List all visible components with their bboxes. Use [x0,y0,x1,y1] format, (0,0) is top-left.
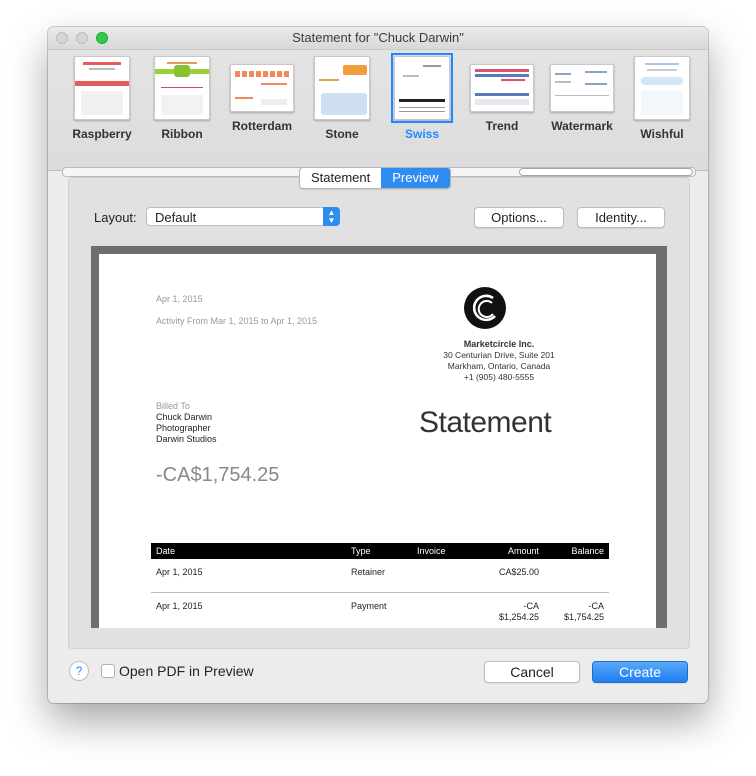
company-logo-icon [464,287,506,329]
template-label: Trend [485,119,519,133]
row-balance-cont: $1,754.25 [563,612,604,622]
row-amount: CA$25.00 [498,567,539,577]
scrollbar-thumb[interactable] [519,168,693,176]
statement-dialog: Statement for "Chuck Darwin" Raspberry R… [48,27,708,703]
template-strip: Raspberry Ribbon Rotterdam Stone Swiss T… [48,50,708,177]
template-watermark[interactable]: Watermark [550,56,614,133]
row-type: Payment [351,601,387,611]
statement-total: -CA$1,754.25 [156,464,280,486]
template-thumbnail [314,56,370,120]
view-tabs: Statement Preview [299,167,451,189]
row-balance: -CA [588,601,605,611]
chevron-up-down-icon: ▲ ▼ [323,207,340,226]
header-amount: Amount [507,546,539,556]
template-swiss[interactable]: Swiss [390,53,454,141]
company-name: Marketcircle Inc. [463,339,535,349]
template-thumbnail [154,56,210,120]
template-thumbnail [470,64,534,112]
template-label: Stone [325,127,359,141]
tab-preview[interactable]: Preview [381,168,450,188]
company-address-1: 30 Centurian Drive, Suite 201 [443,350,555,360]
layout-select-value: Default [155,210,197,225]
template-ribbon[interactable]: Ribbon [150,56,214,141]
help-button[interactable]: ? [69,661,89,681]
row-amount-cont: $1,254.25 [498,612,539,622]
minimize-window-button[interactable] [76,32,88,44]
header-type: Type [351,546,371,556]
transactions-table: Date Type Invoice Amount Balance Apr 1, … [151,543,609,628]
billed-to-title: Photographer [156,423,211,433]
template-thumbnail [391,53,453,123]
billed-to-company: Darwin Studios [156,434,217,444]
company-block: Marketcircle Inc. 30 Centurian Drive, Su… [399,339,599,383]
billed-to-name: Chuck Darwin [156,412,213,422]
identity-button[interactable]: Identity... [577,207,665,228]
open-pdf-label[interactable]: Open PDF in Preview [119,663,254,679]
template-raspberry[interactable]: Raspberry [70,56,134,141]
statement-date: Apr 1, 2015 [156,294,203,304]
template-thumbnail [550,64,614,112]
template-thumbnail [74,56,130,120]
statement-heading: Statement [419,406,552,439]
template-label: Ribbon [161,127,203,141]
layout-label: Layout: [94,210,137,225]
template-rotterdam[interactable]: Rotterdam [230,56,294,133]
close-window-button[interactable] [56,32,68,44]
header-balance: Balance [571,546,604,556]
layout-select[interactable]: Default ▲ ▼ [146,207,340,226]
row-type: Retainer [351,567,386,577]
activity-range: Activity From Mar 1, 2015 to Apr 1, 2015 [156,316,318,326]
row-amount: -CA [523,601,540,611]
template-label: Wishful [640,127,684,141]
company-phone: +1 (905) 480-5555 [463,372,535,382]
row-date: Apr 1, 2015 [156,567,203,577]
template-thumbnail [230,64,294,112]
title-bar: Statement for "Chuck Darwin" [48,27,708,50]
template-trend[interactable]: Trend [470,56,534,133]
template-label: Swiss [404,127,440,141]
header-invoice: Invoice [417,546,446,556]
open-pdf-checkbox[interactable] [101,664,115,678]
row-date: Apr 1, 2015 [156,601,203,611]
template-thumbnail [634,56,690,120]
cancel-button[interactable]: Cancel [484,661,580,683]
options-button[interactable]: Options... [474,207,564,228]
template-label: Watermark [551,119,613,133]
template-label: Rotterdam [231,119,292,133]
billed-to-block: Billed To Chuck Darwin Photographer Darw… [156,401,217,445]
window-title: Statement for "Chuck Darwin" [292,30,464,45]
content-panel: Statement Preview Layout: Default ▲ ▼ Opt… [68,167,690,649]
help-icon: ? [75,664,83,678]
zoom-window-button[interactable] [96,32,108,44]
table-row: Apr 1, 2015 Retainer CA$25.00 [151,559,609,593]
company-address-2: Markham, Ontario, Canada [447,361,551,371]
template-wishful[interactable]: Wishful [630,56,694,141]
template-label: Raspberry [72,127,132,141]
table-header: Date Type Invoice Amount Balance [151,543,609,559]
statement-preview[interactable]: Apr 1, 2015 Activity From Mar 1, 2015 to… [91,246,667,628]
statement-page: Apr 1, 2015 Activity From Mar 1, 2015 to… [99,254,656,628]
billed-to-label: Billed To [156,401,190,411]
header-date: Date [156,546,176,556]
template-stone[interactable]: Stone [310,56,374,141]
tab-statement[interactable]: Statement [300,168,381,188]
create-button[interactable]: Create [592,661,688,683]
table-row: Apr 1, 2015 Payment -CA $1,254.25 -CA $1… [151,593,609,628]
